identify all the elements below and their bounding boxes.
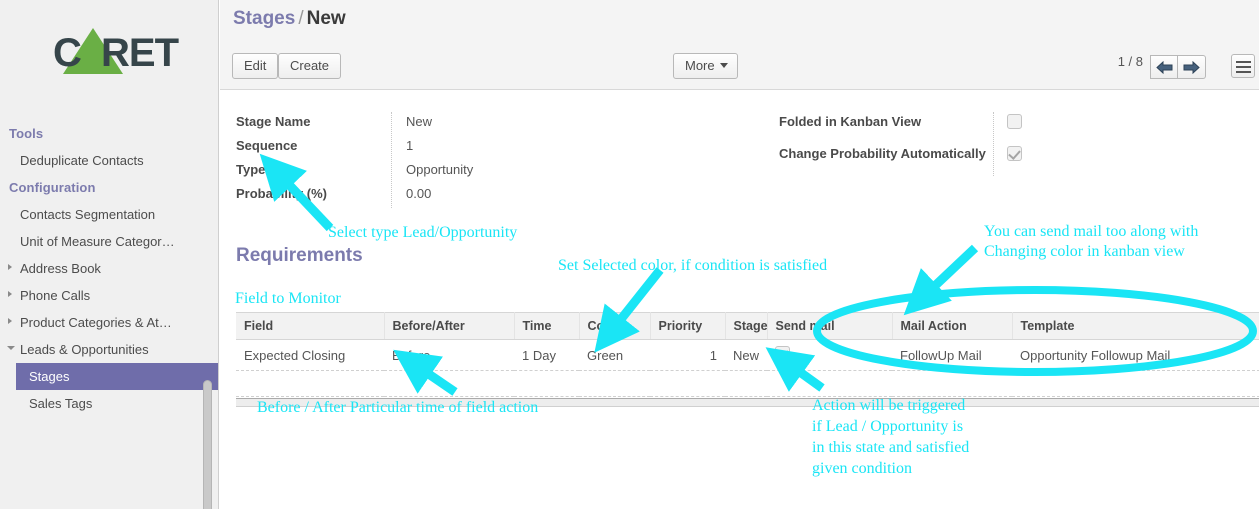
breadcrumb-separator: / [298,8,304,29]
cell-template[interactable]: Opportunity Followup Mail [1012,339,1259,371]
arrow-right-icon [1183,60,1200,74]
sidebar-nav: Tools Deduplicate Contacts Configuration… [0,120,218,417]
pager-count: 1 / 8 [1117,54,1143,69]
send-mail-checkbox[interactable] [775,346,790,361]
cell-stage[interactable]: New [725,339,767,371]
field-label: Change Probability Automatically [779,146,986,161]
hamburger-menu-icon [1236,71,1251,73]
field-label: Stage Name [236,114,311,129]
field-value[interactable]: New [406,114,432,129]
requirements-table-wrapper: Field Before/After Time Colors Priority … [236,312,1259,407]
folded-in-kanban-checkbox[interactable] [1007,114,1022,129]
more-label: More [685,58,715,73]
column-header-stage[interactable]: Stage [725,312,768,340]
table-empty-row [236,370,1259,397]
hamburger-menu-icon [1236,61,1251,63]
record-pager: 1 / 8 [1118,54,1206,79]
cell-priority[interactable]: 1 [650,339,725,371]
field-label: Folded in Kanban View [779,114,922,129]
chevron-down-icon [719,63,728,68]
create-button[interactable]: Create [278,53,342,79]
requirements-table: Field Before/After Time Colors Priority … [236,312,1259,397]
column-header-before-after[interactable]: Before/After [384,312,515,340]
field-value[interactable]: 0.00 [406,186,431,201]
sidebar-item-label: Leads & Opportunities [20,342,149,357]
main-content: Stages / New Edit Create More 1 / 8 Stag… [220,0,1259,509]
caret-logo[interactable]: C RET [45,22,185,80]
field-label: Sequence [236,138,298,153]
requirements-heading: Requirements [236,245,363,266]
brand-logo-area: C RET [0,0,218,120]
top-control-panel: Stages / New Edit Create More 1 / 8 [220,0,1259,90]
sidebar-item-contacts-segmentation[interactable]: Contacts Segmentation [0,201,218,228]
field-value[interactable]: Opportunity [406,162,473,177]
table-footer-bar [236,398,1259,407]
breadcrumb: Stages / New [233,8,346,30]
field-probability: Probability (%) 0.00 [236,184,766,208]
cell-mail-action[interactable]: FollowUp Mail [892,339,1012,371]
svg-text:RET: RET [101,31,179,75]
cell-time[interactable]: 1 Day [514,339,579,371]
sidebar-scrollbar-thumb[interactable] [203,380,212,509]
sidebar-group-configuration: Configuration [9,180,96,195]
sidebar-item-label: Phone Calls [20,288,91,303]
sidebar: C RET Tools Deduplicate Contacts Configu… [0,0,219,509]
sidebar-group-tools: Tools [9,126,44,141]
sidebar-item-leads-opportunities[interactable]: Leads & Opportunities [0,336,218,363]
chevron-down-icon [7,346,15,353]
column-header-mail-action[interactable]: Mail Action [892,312,1013,340]
column-header-template[interactable]: Template [1012,312,1259,340]
cell-before-after[interactable]: Before [384,339,514,371]
arrow-left-icon [1156,60,1173,74]
column-header-field[interactable]: Field [236,312,385,340]
column-header-time[interactable]: Time [514,312,580,340]
column-header-colors[interactable]: Colors [579,312,651,340]
breadcrumb-stages[interactable]: Stages [233,8,295,29]
form-column-left: Stage Name New Sequence 1 Type Opportuni… [236,112,766,208]
table-header-row: Field Before/After Time Colors Priority … [236,312,1259,340]
field-label: Type [236,162,266,177]
sidebar-item-phone-calls[interactable]: Phone Calls [0,282,218,309]
svg-text:C: C [53,31,81,75]
more-dropdown-button[interactable]: More [673,53,738,79]
sidebar-item-sales-tags[interactable]: Sales Tags [0,390,218,417]
change-probability-checkbox[interactable] [1007,146,1022,161]
breadcrumb-current: New [306,8,346,29]
sidebar-item-deduplicate-contacts[interactable]: Deduplicate Contacts [0,147,218,174]
cell-field[interactable]: Expected Closing [236,339,384,371]
field-value[interactable]: 1 [406,138,413,153]
sidebar-item-label: Address Book [20,261,101,276]
field-type: Type Opportunity [236,160,766,184]
hamburger-menu-icon [1236,66,1251,68]
column-header-send-mail[interactable]: Send mail [767,312,893,340]
cell-send-mail[interactable] [767,339,892,371]
edit-button[interactable]: Edit [232,53,279,79]
field-folded-in-kanban: Folded in Kanban View [779,112,1079,144]
table-row[interactable]: Expected Closing Before 1 Day Green 1 Ne… [236,339,1259,371]
previous-record-button[interactable] [1150,54,1178,79]
field-sequence: Sequence 1 [236,136,766,160]
sidebar-item-address-book[interactable]: Address Book [0,255,218,282]
field-stage-name: Stage Name New [236,112,766,136]
field-change-probability: Change Probability Automatically [779,144,1079,176]
form-column-right: Folded in Kanban View Change Probability… [779,112,1079,176]
sidebar-item-product-categories[interactable]: Product Categories & At… [0,309,218,336]
next-record-button[interactable] [1178,54,1206,79]
column-header-priority[interactable]: Priority [650,312,726,340]
sidebar-scrollbar-track[interactable] [203,180,216,509]
sidebar-toggle-button[interactable] [1231,54,1255,78]
cell-colors[interactable]: Green [579,339,650,371]
chevron-right-icon [8,291,12,297]
field-label: Probability (%) [236,186,328,201]
chevron-right-icon [8,318,12,324]
chevron-right-icon [8,264,12,270]
sidebar-item-unit-of-measure-categories[interactable]: Unit of Measure Categor… [0,228,218,255]
sidebar-item-stages[interactable]: Stages [16,363,218,390]
sidebar-item-label: Product Categories & At… [20,315,172,330]
